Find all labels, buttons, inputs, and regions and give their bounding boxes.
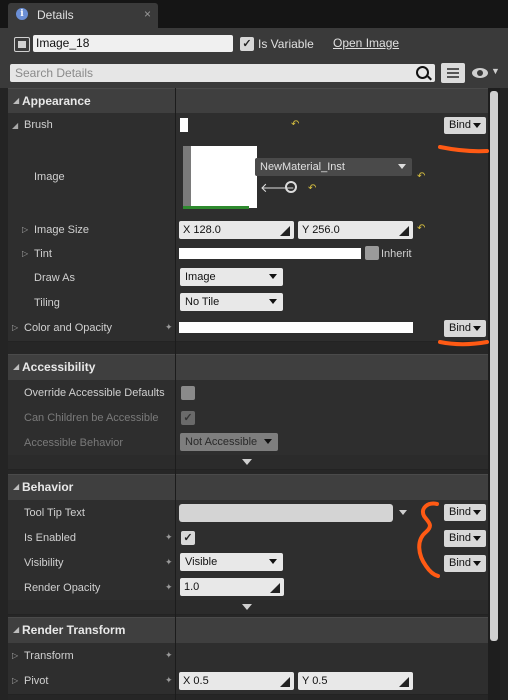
- annotation-underline: [438, 340, 489, 347]
- annotation-underline: [438, 145, 489, 154]
- annotation-marks: [417, 145, 489, 578]
- annotation-brace: [417, 501, 440, 578]
